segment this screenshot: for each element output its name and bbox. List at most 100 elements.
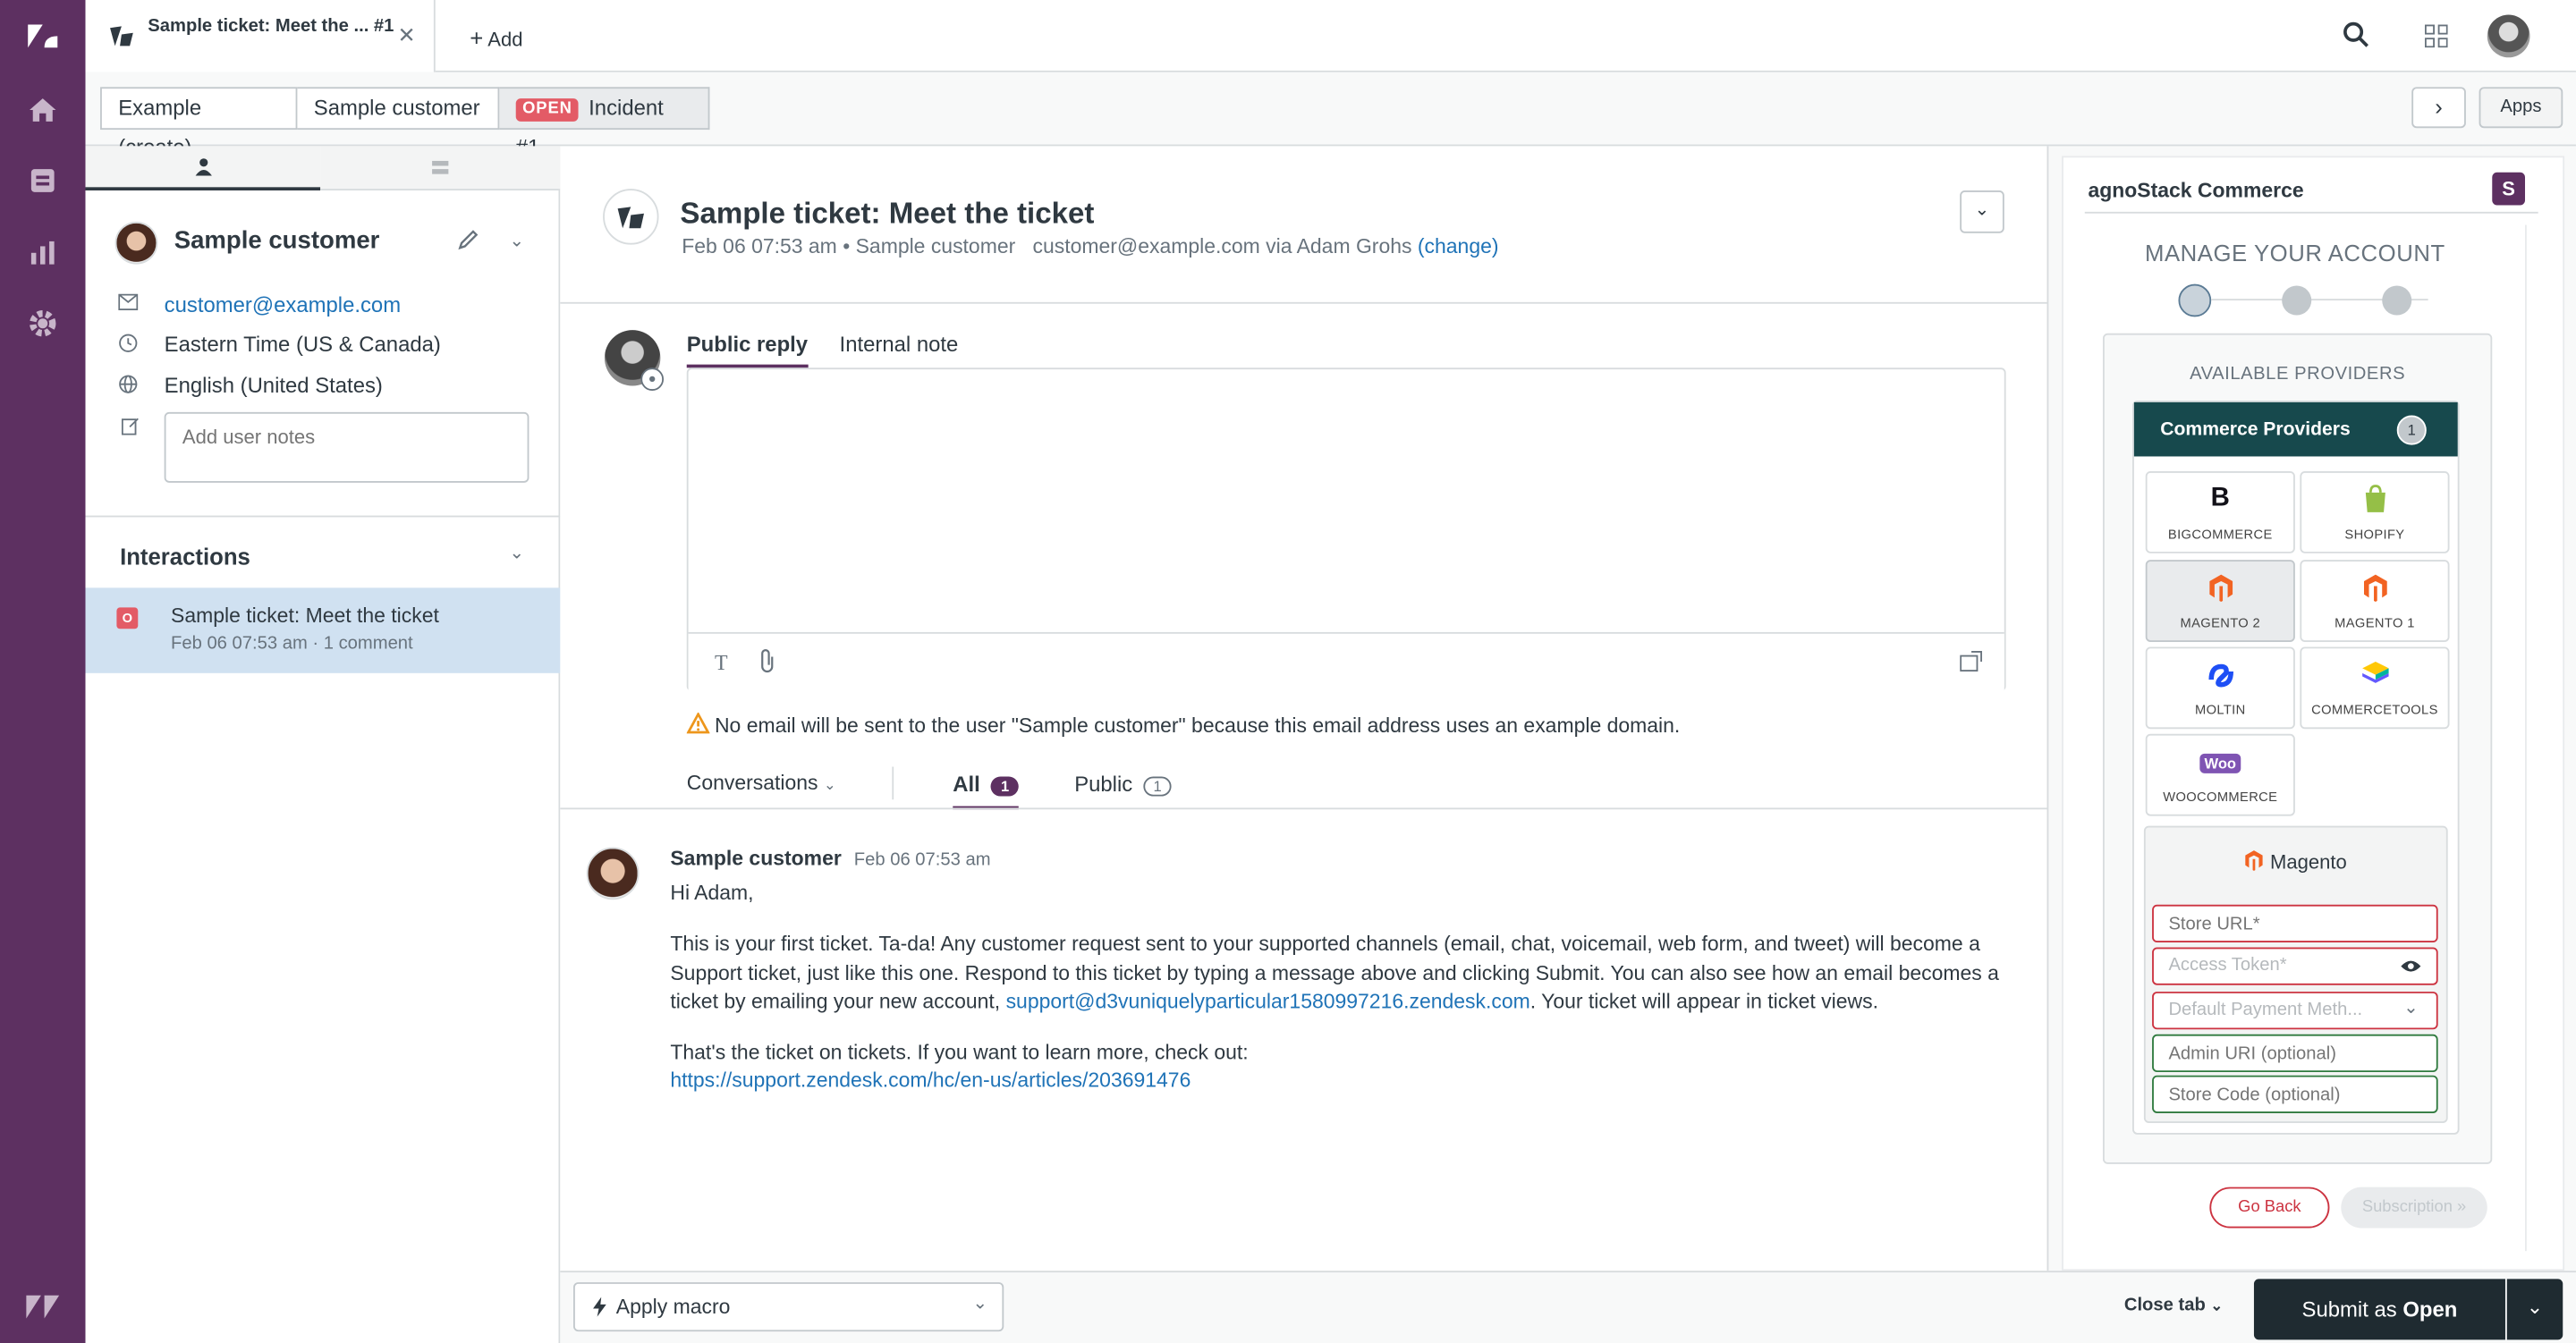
help-article-link[interactable]: https://support.zendesk.com/hc/en-us/art… — [670, 1068, 2004, 1096]
go-back-button[interactable]: Go Back — [2209, 1187, 2330, 1229]
agent-badge-icon: ● — [640, 367, 665, 392]
customer-name[interactable]: Sample customer — [174, 226, 380, 254]
tab-public[interactable]: Public 1 — [1074, 772, 1172, 797]
ticket-title[interactable]: Sample ticket: Meet the ticket — [680, 197, 1094, 232]
interaction-title: Sample ticket: Meet the ticket — [171, 604, 439, 628]
message-author[interactable]: Sample customer — [670, 847, 841, 870]
app-name: agnoStack Commerce — [2088, 179, 2304, 202]
provider-bigcommerce[interactable]: B BIGCOMMERCE — [2145, 470, 2295, 553]
chevron-down-icon: ⌄ — [972, 1293, 988, 1313]
provider-magento-2[interactable]: MAGENTO 2 — [2145, 560, 2295, 642]
reply-editor[interactable]: T — [686, 367, 2006, 692]
ticket-options-button[interactable]: ⌄ — [1960, 190, 2004, 233]
subscription-button[interactable]: Subscription » — [2341, 1187, 2487, 1229]
chevron-down-icon[interactable]: ⌄ — [509, 230, 524, 251]
support-email-link[interactable]: support@d3vuniquelyparticular1580997216.… — [1006, 990, 1530, 1013]
customer-context-panel: Sample customer ⌄ customer@example.com E… — [85, 146, 561, 1343]
lightning-icon — [593, 1297, 606, 1322]
ticket-footer: Apply macro ⌄ Close tab ⌄ Submit as Open… — [560, 1271, 2576, 1343]
clock-icon — [118, 334, 141, 359]
user-notes-input[interactable] — [164, 411, 530, 483]
change-link[interactable]: (change) — [1418, 235, 1499, 258]
divider — [892, 766, 894, 800]
text-format-icon[interactable]: T — [715, 650, 728, 676]
eye-icon[interactable] — [2400, 959, 2421, 978]
customer-email[interactable]: customer@example.com — [165, 292, 401, 317]
add-tab-button[interactable]: + Add — [470, 25, 522, 51]
admin-gear-icon[interactable] — [23, 304, 63, 343]
provider-moltin[interactable]: MOLTIN — [2145, 646, 2295, 730]
payment-method-select[interactable]: Default Payment Meth... ⌄ — [2152, 992, 2438, 1030]
step-indicator-2[interactable] — [2282, 285, 2312, 316]
magento-icon — [2148, 573, 2293, 611]
tab-internal-note[interactable]: Internal note — [840, 332, 959, 357]
ticket-meta: Feb 06 07:53 am • Sample customer custom… — [682, 235, 1498, 258]
product-tray-icon[interactable] — [2424, 24, 2448, 53]
conversations-filter[interactable]: Conversations ⌄ — [687, 772, 836, 795]
step-indicator-3[interactable] — [2382, 285, 2412, 316]
provider-shopify[interactable]: SHOPIFY — [2300, 470, 2450, 553]
home-icon[interactable] — [23, 90, 63, 130]
interactions-title: Interactions — [120, 543, 250, 570]
ticket-tab[interactable]: Sample ticket: Meet the ... #1 ✕ — [85, 0, 436, 72]
user-avatar[interactable] — [2487, 14, 2530, 58]
provider-commercetools[interactable]: COMMERCETOOLS — [2300, 646, 2450, 730]
plus-icon: + — [470, 24, 484, 51]
admin-uri-input[interactable] — [2152, 1034, 2438, 1073]
app-scroll-track[interactable] — [2525, 224, 2527, 1252]
access-token-input[interactable]: Access Token* — [2152, 947, 2438, 985]
store-url-input[interactable] — [2152, 904, 2438, 942]
provider-woocommerce[interactable]: Woo WOOCOMMERCE — [2145, 733, 2295, 816]
no-email-warning: No email will be sent to the user "Sampl… — [714, 714, 1681, 738]
interaction-item[interactable]: O Sample ticket: Meet the ticket Feb 06 … — [85, 587, 561, 673]
expand-editor-icon[interactable] — [1960, 650, 1983, 676]
customer-avatar — [114, 221, 158, 265]
interaction-meta: Feb 06 07:53 am · 1 comment — [171, 633, 413, 654]
tab-user[interactable] — [85, 146, 321, 190]
step-indicator-1[interactable] — [2178, 283, 2212, 317]
ticket-main: Sample ticket: Meet the ticket Feb 06 07… — [560, 146, 2047, 1271]
store-code-input[interactable] — [2152, 1075, 2438, 1113]
search-icon[interactable] — [2343, 21, 2368, 53]
top-bar: Sample ticket: Meet the ... #1 ✕ + Add — [85, 0, 2576, 72]
tab-all[interactable]: All 1 — [953, 772, 1020, 810]
close-tab-icon[interactable]: ✕ — [397, 23, 415, 49]
submit-button[interactable]: Submit as Open — [2253, 1279, 2505, 1340]
chevron-down-icon: ⌄ — [1974, 200, 1990, 221]
agnostack-logo-icon: S — [2492, 172, 2526, 206]
warning-icon — [686, 711, 710, 739]
editor-toolbar: T — [688, 631, 2004, 692]
product-nav — [0, 0, 86, 1343]
breadcrumb-org[interactable]: Example (create) — [100, 87, 298, 159]
edit-pencil-icon[interactable] — [457, 228, 480, 256]
reporting-icon[interactable] — [23, 233, 63, 273]
zendesk-z-icon[interactable] — [23, 1288, 63, 1327]
message-time: Feb 06 07:53 am — [853, 850, 991, 871]
ticket-tab-icon — [108, 25, 134, 53]
apply-macro-select[interactable]: Apply macro ⌄ — [573, 1282, 1004, 1332]
attachment-icon[interactable] — [759, 648, 775, 678]
public-count-badge: 1 — [1143, 776, 1172, 797]
available-providers-label: AVAILABLE PROVIDERS — [2190, 364, 2406, 384]
mail-icon — [118, 293, 141, 316]
views-icon[interactable] — [23, 161, 63, 200]
magento-logo: Magento — [2144, 849, 2448, 874]
message-header: Sample customer Feb 06 07:53 am — [670, 846, 991, 871]
zendesk-logo-icon[interactable] — [23, 16, 63, 55]
close-tab-button[interactable]: Close tab ⌄ — [2124, 1296, 2223, 1315]
magento-icon — [2301, 573, 2447, 611]
submit-options-button[interactable]: ⌄ — [2506, 1279, 2563, 1340]
tab-public-reply[interactable]: Public reply — [686, 332, 809, 368]
apps-button[interactable]: Apps — [2479, 87, 2563, 129]
breadcrumb-incident[interactable]: OPENIncident #1 — [499, 87, 710, 159]
all-count-badge: 1 — [990, 776, 1020, 797]
shopify-bag-icon — [2301, 485, 2447, 522]
provider-magento-1[interactable]: MAGENTO 1 — [2300, 560, 2450, 642]
message-paragraph-2: That's the ticket on tickets. If you wan… — [670, 1041, 1249, 1065]
chevron-right-icon: › — [2435, 93, 2443, 121]
interactions-chevron-icon[interactable]: ⌄ — [509, 542, 524, 563]
breadcrumb-customer[interactable]: Sample customer — [297, 87, 500, 131]
tab-org[interactable] — [320, 146, 561, 190]
expand-apps-button[interactable]: › — [2411, 87, 2466, 129]
divider — [85, 515, 561, 518]
